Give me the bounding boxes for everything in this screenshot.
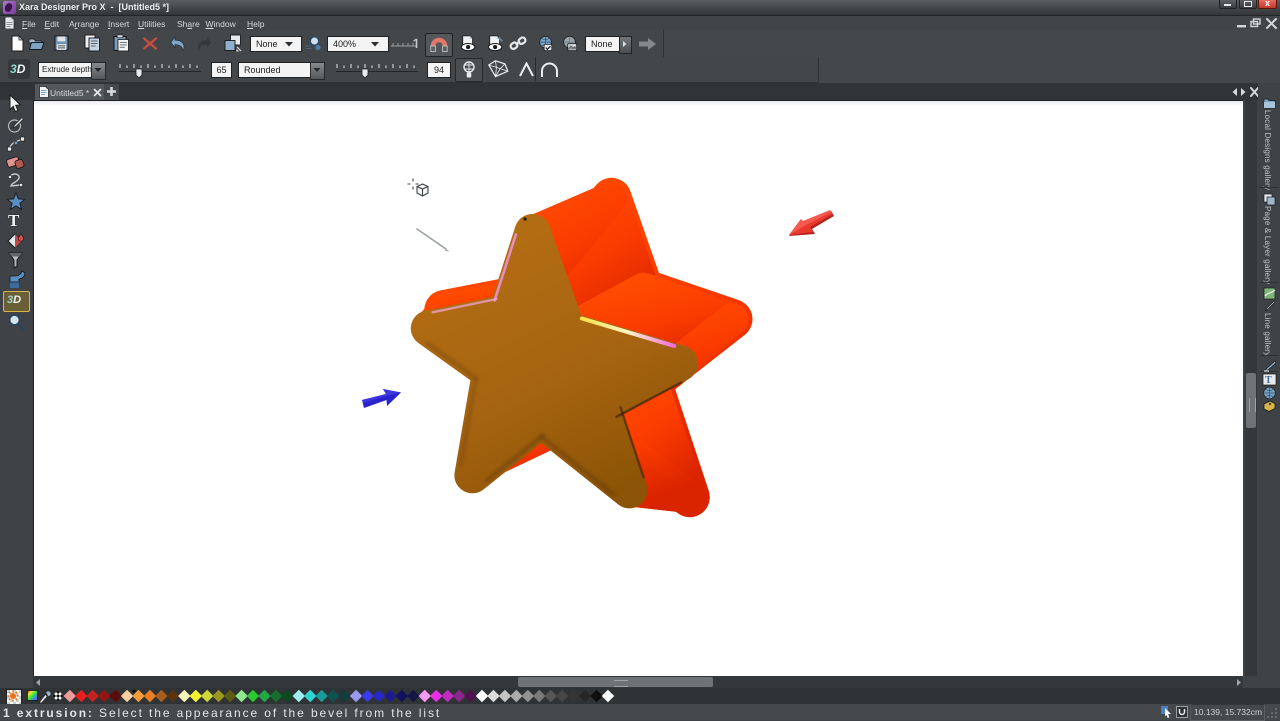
svg-text:T: T (1265, 375, 1272, 386)
